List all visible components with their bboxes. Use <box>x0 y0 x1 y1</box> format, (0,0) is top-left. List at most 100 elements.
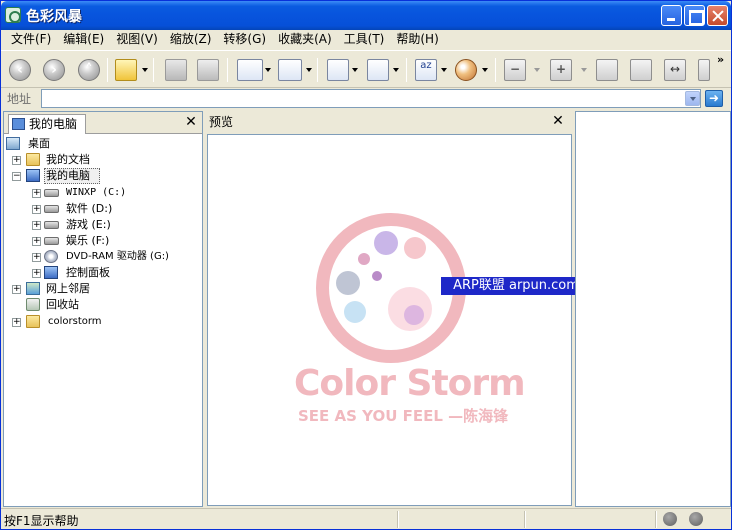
save-icon[interactable] <box>165 59 187 81</box>
sort-az-icon[interactable]: az <box>415 59 437 81</box>
tree-item-label: 我的电脑 <box>46 169 90 182</box>
desktop-icon <box>6 137 20 150</box>
toolbar-divider <box>317 58 318 82</box>
thumbnails-icon[interactable] <box>278 59 302 81</box>
minimize-button[interactable] <box>661 5 682 26</box>
tree-item-my-computer[interactable]: − 我的电脑 <box>12 168 192 184</box>
watermark-label: ARP联盟 arpun.com <box>441 277 591 295</box>
toolbar-divider <box>495 58 496 82</box>
status-divider <box>655 511 657 528</box>
zoom-in-icon[interactable]: + <box>550 59 572 81</box>
tree-item-label: 桌面 <box>28 137 50 150</box>
print-icon[interactable] <box>197 59 219 81</box>
folder-tree: 桌面 + 我的文档 − 我的电脑 + WINXP (C:) + 软件 (D:) … <box>4 134 202 506</box>
dvd-drive-icon <box>44 250 58 263</box>
maximize-button[interactable] <box>684 5 705 26</box>
logo-dot <box>344 301 366 323</box>
menu-go[interactable]: 转移(G) <box>217 30 272 49</box>
chevron-down-icon[interactable] <box>265 68 271 72</box>
preview-pane: 预览 ✕ Color Storm SEE AS YOU FEEL —陈海锋 <box>205 111 573 507</box>
logo-name: Color Storm <box>294 363 526 404</box>
menu-view[interactable]: 视图(V) <box>110 30 164 49</box>
fit-window-icon[interactable] <box>596 59 618 81</box>
status-divider <box>524 511 526 528</box>
menu-edit[interactable]: 编辑(E) <box>57 30 110 49</box>
menu-help[interactable]: 帮助(H) <box>390 30 444 49</box>
file-list-pane[interactable] <box>575 111 731 507</box>
folder-search-icon[interactable] <box>115 59 137 81</box>
preview-header: 预览 ✕ <box>205 111 573 133</box>
menu-favorites[interactable]: 收藏夹(A) <box>272 30 338 49</box>
tree-item-label: colorstorm <box>48 316 102 327</box>
drive-icon <box>44 189 59 197</box>
tree-item-label: 控制面板 <box>66 266 110 279</box>
chevron-down-icon[interactable] <box>142 68 148 72</box>
toolbar: ‹ › ˄ az − + ↔ » <box>1 50 731 88</box>
logo-dot <box>372 271 382 281</box>
expand-icon[interactable]: + <box>32 237 41 246</box>
chevron-down-icon[interactable] <box>352 68 358 72</box>
drive-icon <box>44 221 59 229</box>
export-icon[interactable] <box>327 59 349 81</box>
tree-item-label: 娱乐 (F:) <box>66 234 110 247</box>
collapse-icon[interactable]: − <box>12 172 21 181</box>
tree-tab-bar: 我的电脑 ✕ <box>4 112 202 134</box>
chevron-down-icon[interactable] <box>306 68 312 72</box>
tree-item-label: 网上邻居 <box>46 282 90 295</box>
folder-icon <box>26 315 40 328</box>
logo-dot <box>358 253 370 265</box>
copy-icon[interactable] <box>367 59 389 81</box>
palette-icon[interactable] <box>455 59 477 81</box>
layout-icon[interactable] <box>237 59 263 81</box>
expand-icon[interactable]: + <box>32 253 41 262</box>
title-bar[interactable]: 色彩风暴 <box>1 1 731 30</box>
expand-icon[interactable]: + <box>32 189 41 198</box>
control-panel-icon <box>44 266 58 279</box>
go-arrow-icon[interactable]: ➜ <box>705 90 723 107</box>
close-icon[interactable]: ✕ <box>184 114 198 130</box>
tab-label: 我的电脑 <box>29 117 78 131</box>
back-icon[interactable]: ‹ <box>9 59 31 81</box>
expand-icon[interactable]: + <box>12 156 21 165</box>
address-dropdown-icon[interactable] <box>685 91 700 106</box>
window-title: 色彩风暴 <box>26 9 82 25</box>
chevron-down-icon[interactable] <box>393 68 399 72</box>
fit-width-icon[interactable]: ↔ <box>664 59 686 81</box>
tree-item-label: WINXP (C:) <box>66 187 127 198</box>
expand-icon[interactable]: + <box>32 205 41 214</box>
toolbar-divider <box>406 58 407 82</box>
drive-icon <box>44 237 59 245</box>
fit-height-icon[interactable] <box>698 59 710 81</box>
chevron-down-icon[interactable] <box>441 68 447 72</box>
menu-tools[interactable]: 工具(T) <box>338 30 391 49</box>
expand-icon[interactable]: + <box>12 318 21 327</box>
tab-my-computer[interactable]: 我的电脑 <box>8 114 86 134</box>
address-input[interactable] <box>41 89 701 108</box>
app-icon <box>5 7 21 23</box>
expand-icon[interactable]: + <box>32 269 41 278</box>
full-screen-icon[interactable] <box>630 59 652 81</box>
tree-item-label: 软件 (D:) <box>66 202 113 215</box>
drive-icon <box>44 205 59 213</box>
menu-zoom[interactable]: 缩放(Z) <box>164 30 218 49</box>
chevron-down-icon <box>581 68 587 72</box>
forward-icon[interactable]: › <box>43 59 65 81</box>
up-icon[interactable]: ˄ <box>78 59 100 81</box>
folder-icon <box>26 153 40 166</box>
menu-file[interactable]: 文件(F) <box>5 30 57 49</box>
address-label: 地址 <box>7 92 32 106</box>
tree-item-label: DVD-RAM 驱动器 (G:) <box>66 251 169 262</box>
tree-item-label: 我的文档 <box>46 153 90 166</box>
chevron-down-icon[interactable] <box>482 68 488 72</box>
close-button[interactable] <box>707 5 728 26</box>
toolbar-divider <box>107 58 108 82</box>
network-icon <box>26 282 40 295</box>
preview-canvas[interactable]: Color Storm SEE AS YOU FEEL —陈海锋 <box>207 134 572 506</box>
toolbar-divider <box>153 58 154 82</box>
toolbar-overflow-icon[interactable]: » <box>717 53 724 66</box>
close-icon[interactable]: ✕ <box>551 113 565 129</box>
expand-icon[interactable]: + <box>32 221 41 230</box>
address-bar: 地址 ➜ <box>1 88 731 109</box>
zoom-out-icon[interactable]: − <box>504 59 526 81</box>
expand-icon[interactable]: + <box>12 285 21 294</box>
